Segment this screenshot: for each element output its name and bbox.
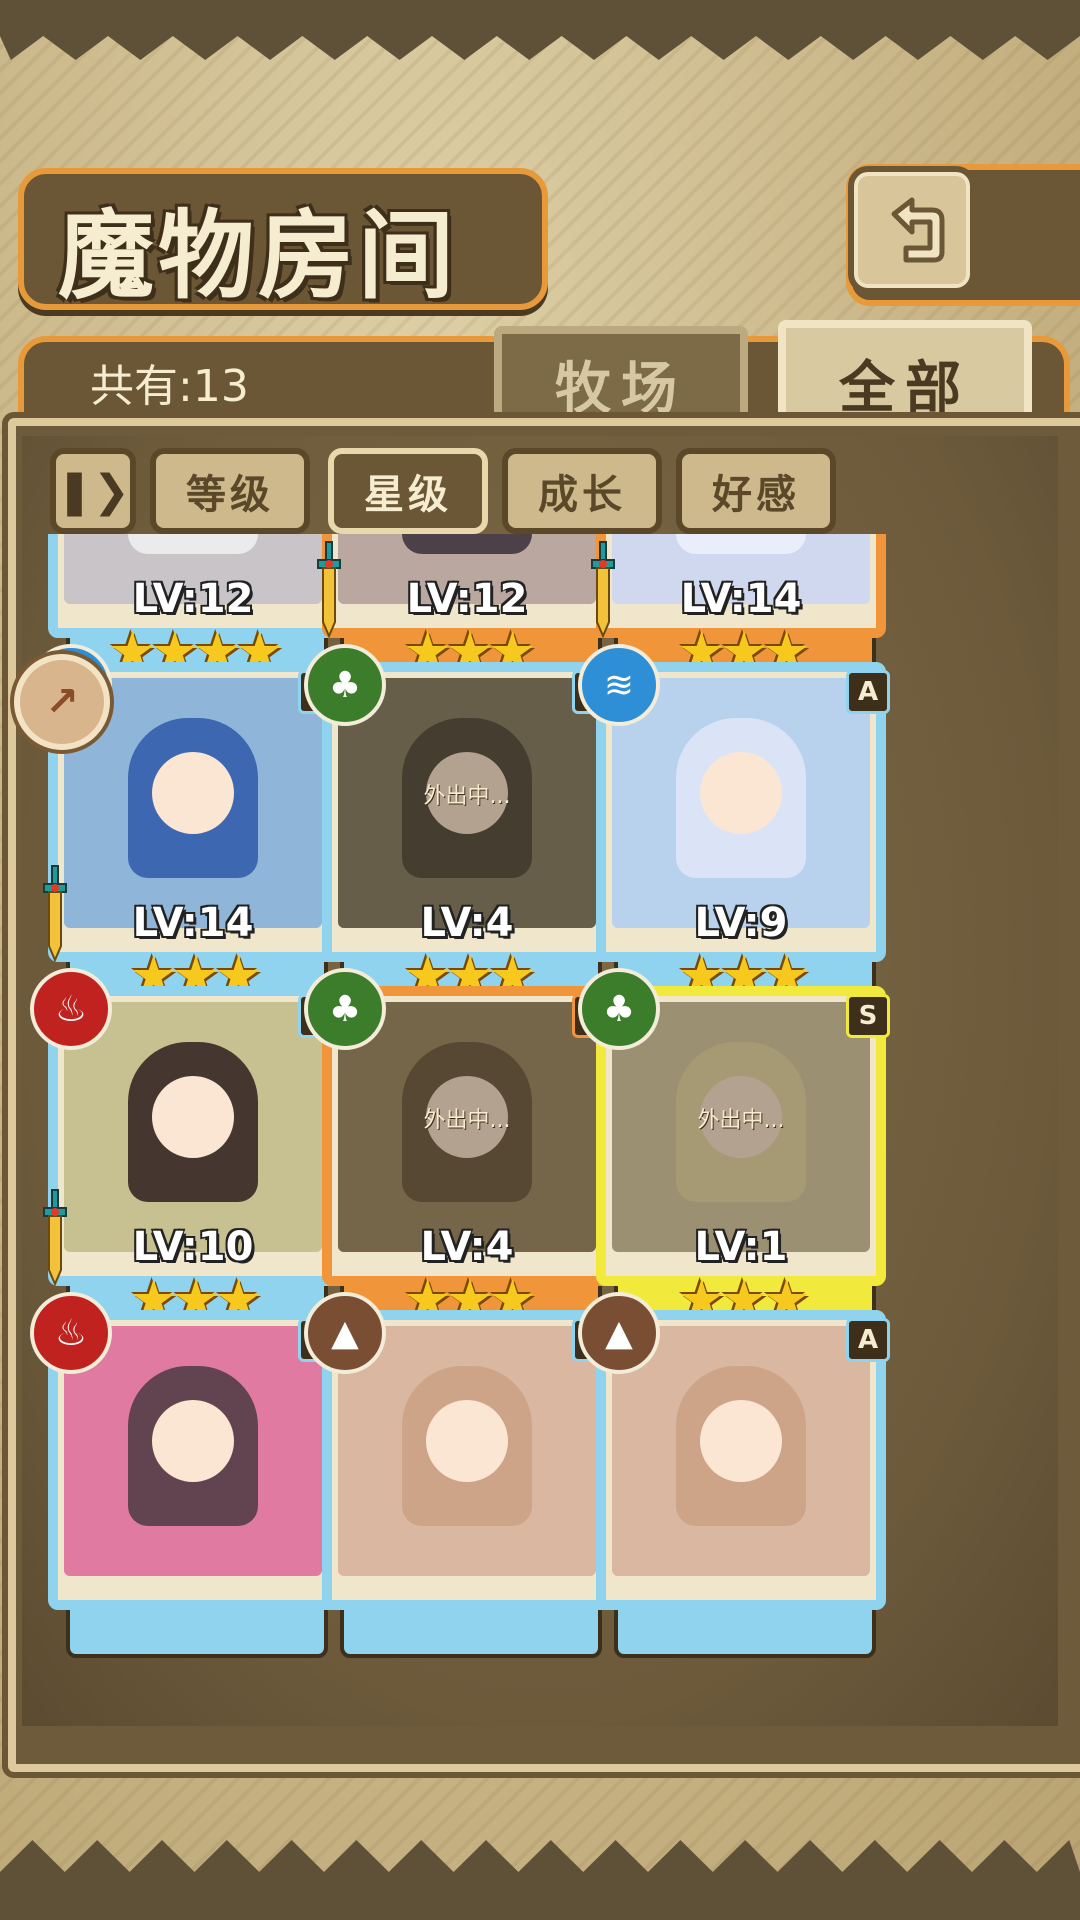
- monster-card[interactable]: A▲: [578, 1292, 896, 1670]
- side-arrow-icon: ↗: [45, 679, 79, 725]
- monster-level: LV:12: [132, 576, 254, 622]
- monster-level: LV:10: [132, 1224, 254, 1270]
- portrait-face: [152, 1400, 234, 1482]
- filter-level[interactable]: 等级: [150, 448, 310, 534]
- water-element-icon: ≋: [578, 644, 660, 726]
- monster-card[interactable]: A▲: [304, 1292, 622, 1670]
- away-status: 外出中...: [423, 784, 511, 809]
- portrait-hair: [128, 534, 258, 554]
- page-title: 魔物房间: [58, 200, 458, 312]
- fire-element-icon: ♨: [30, 968, 112, 1050]
- away-status: 外出中...: [697, 1108, 785, 1133]
- portrait-hair: [676, 534, 806, 554]
- back-return-icon: [891, 197, 945, 263]
- monster-card[interactable]: LV:9 ★★★ A ≋: [578, 644, 896, 1022]
- monster-level: LV:14: [680, 576, 802, 622]
- sword-equipped-icon: [43, 1189, 67, 1286]
- portrait-face: [700, 752, 782, 834]
- rank-badge: A: [846, 1318, 890, 1362]
- sort-order-toggle[interactable]: ❚❯: [50, 448, 136, 534]
- monster-count: 共有:13: [90, 361, 249, 412]
- monster-level: LV:4: [420, 1224, 514, 1270]
- earth-element-icon: ▲: [578, 1292, 660, 1374]
- monster-portrait: [64, 1326, 322, 1576]
- monster-portrait: 外出中...: [612, 1002, 870, 1252]
- portrait-face: [426, 1400, 508, 1482]
- leaf-element-icon: ♣: [578, 968, 660, 1050]
- sword-equipped-icon: [43, 865, 67, 962]
- fire-element-icon: ♨: [30, 1292, 112, 1374]
- portrait-face: [152, 1076, 234, 1158]
- monster-portrait: 外出中...: [338, 678, 596, 928]
- portrait-face: [152, 752, 234, 834]
- monster-card[interactable]: LV:10★★★A♨: [30, 968, 348, 1346]
- rank-badge: A: [846, 670, 890, 714]
- rank-badge: S: [846, 994, 890, 1038]
- filter-stars[interactable]: 星级: [328, 448, 488, 534]
- monster-level: LV:4: [420, 900, 514, 946]
- monster-portrait: [612, 678, 870, 928]
- leaf-element-icon: ♣: [304, 968, 386, 1050]
- sword-equipped-icon: [317, 541, 341, 638]
- monster-card[interactable]: 外出中...LV:4★★★B♣: [304, 968, 622, 1346]
- monster-card[interactable]: A♨: [30, 1292, 348, 1670]
- monster-card[interactable]: 外出中...LV:4★★★A♣: [304, 644, 622, 1022]
- monster-grid[interactable]: LV:12★★★★LV:12★★★LV:14★★★LV:14★★★A≋外出中..…: [22, 534, 1058, 1716]
- monster-level: LV:12: [406, 576, 528, 622]
- portrait-hair: [402, 534, 532, 554]
- filter-growth[interactable]: 成长: [502, 448, 662, 534]
- portrait-face: [700, 1400, 782, 1482]
- sort-toggle-icon: ❚❯: [56, 465, 130, 517]
- filter-affection[interactable]: 好感: [676, 448, 836, 534]
- monster-portrait: [612, 1326, 870, 1576]
- monster-level: LV:14: [132, 900, 254, 946]
- side-arrow-button[interactable]: ↗: [14, 654, 110, 750]
- monster-level: LV:9: [694, 900, 788, 946]
- sword-equipped-icon: [591, 541, 615, 638]
- leaf-element-icon: ♣: [304, 644, 386, 726]
- back-button[interactable]: [848, 166, 976, 294]
- monster-portrait: [64, 1002, 322, 1252]
- monster-card[interactable]: 外出中... LV:1 ★★★ S ♣: [578, 968, 896, 1346]
- monster-portrait: [338, 1326, 596, 1576]
- away-status: 外出中...: [423, 1108, 511, 1133]
- monster-portrait: 外出中...: [338, 1002, 596, 1252]
- earth-element-icon: ▲: [304, 1292, 386, 1374]
- monster-level: LV:1: [694, 1224, 788, 1270]
